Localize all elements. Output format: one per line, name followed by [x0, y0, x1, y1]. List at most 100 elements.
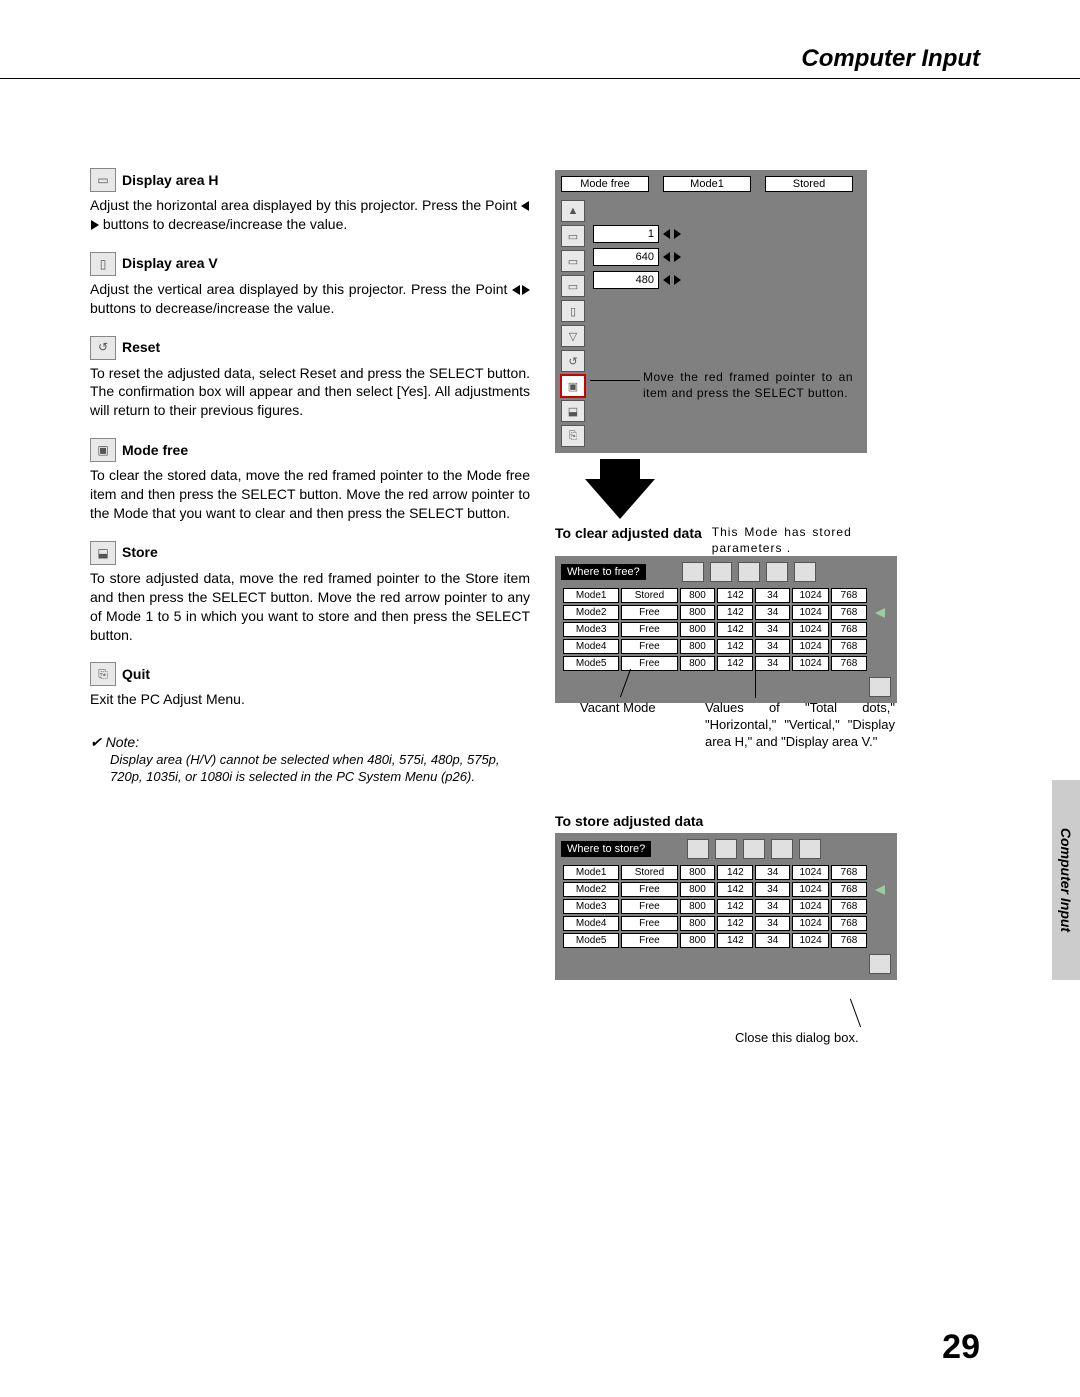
mode-cell: Mode1	[563, 588, 619, 603]
page-number: 29	[942, 1328, 980, 1367]
mode-cell: Mode3	[563, 622, 619, 637]
tabs: Mode free Mode1 Stored	[561, 176, 861, 192]
panel-callout: Move the red framed pointer to an item a…	[643, 370, 853, 401]
body-text: To reset the adjusted data, select Reset…	[90, 364, 530, 421]
status-cell: Free	[621, 916, 677, 931]
item-head-quit: ⎘ Quit	[90, 662, 530, 686]
status-cell: Stored	[621, 865, 677, 880]
tab-modefree: Mode free	[561, 176, 649, 192]
quit-icon: ⎘	[90, 662, 116, 686]
store-table: Mode1Stored800142341024768Mode2Free80014…	[561, 863, 891, 950]
display-h-icon: ▭	[90, 168, 116, 192]
status-cell: Free	[621, 882, 677, 897]
value-cell: 142	[717, 639, 753, 654]
value-cell: 1024	[792, 639, 829, 654]
clear-sidenote: This Mode has stored parameters .	[712, 525, 852, 556]
table-row: Mode1Stored800142341024768	[563, 865, 889, 880]
value-cell: 800	[680, 899, 716, 914]
dlg-head: Where to free?	[561, 562, 891, 582]
mode-cell: Mode4	[563, 916, 619, 931]
item-head-reset: ↺ Reset	[90, 336, 530, 360]
page: Computer Input ▭ Display area H Adjust t…	[0, 0, 1080, 1397]
value-cell: 142	[717, 933, 753, 948]
val-box: 1	[593, 225, 659, 243]
value-cell: 142	[717, 916, 753, 931]
value-cell: 800	[680, 865, 716, 880]
item-title: Mode free	[122, 441, 188, 460]
point-left-icon	[521, 201, 529, 211]
callout-leader	[590, 380, 640, 381]
value-cell: 800	[680, 656, 716, 671]
value-cell: 34	[755, 622, 790, 637]
val-row: 1	[593, 224, 681, 244]
value-cell: 1024	[792, 656, 829, 671]
table-row: Mode5Free800142341024768	[563, 933, 889, 948]
value-cell: 34	[755, 639, 790, 654]
item-title: Reset	[122, 338, 160, 357]
mode-cell: Mode2	[563, 605, 619, 620]
note-body: Display area (H/V) cannot be selected wh…	[110, 752, 530, 786]
mode-cell: Mode2	[563, 882, 619, 897]
status-cell: Stored	[621, 588, 677, 603]
left-column: ▭ Display area H Adjust the horizontal a…	[90, 150, 530, 786]
value-cell: 768	[831, 882, 867, 897]
value-cell: 34	[755, 588, 790, 603]
store-dialog: Where to store? Mode1Stored8001423410247…	[555, 833, 897, 980]
inc-icon	[674, 252, 681, 262]
value-cell: 768	[831, 899, 867, 914]
right-column: Mode free Mode1 Stored ▲ ▭ ▭ ▭ ▯ ▽ ↺ ▣ ⬓…	[555, 170, 915, 980]
value-cell: 768	[831, 605, 867, 620]
value-cell: 34	[755, 899, 790, 914]
value-cell: 768	[831, 622, 867, 637]
value-cell: 34	[755, 933, 790, 948]
pointer-arrow-icon	[875, 608, 885, 618]
point-right-icon	[522, 285, 530, 295]
col-icon	[715, 839, 737, 859]
table-row: Mode5Free800142341024768	[563, 656, 889, 671]
value-cell: 800	[680, 933, 716, 948]
value-cell: 34	[755, 605, 790, 620]
col-icon	[743, 839, 765, 859]
point-right-icon	[91, 220, 99, 230]
value-cell: 142	[717, 656, 753, 671]
table-row: Mode2Free800142341024768	[563, 882, 889, 897]
clear-table: Mode1Stored800142341024768Mode2Free80014…	[561, 586, 891, 673]
status-cell: Free	[621, 605, 677, 620]
store-caption: To store adjusted data	[555, 813, 915, 829]
value-cell: 800	[680, 916, 716, 931]
value-cell: 142	[717, 882, 753, 897]
value-cell: 1024	[792, 916, 829, 931]
value-rows: 1 640 480	[593, 224, 681, 290]
value-cell: 1024	[792, 882, 829, 897]
row-icon-3: ▯	[561, 300, 585, 322]
value-cell: 142	[717, 588, 753, 603]
value-cell: 800	[680, 588, 716, 603]
panel-body: ▲ ▭ ▭ ▭ ▯ ▽ ↺ ▣ ⬓ ⎘ 1	[561, 200, 861, 447]
clear-caption: To clear adjusted data	[555, 525, 702, 541]
side-tab: Computer Input	[1052, 780, 1080, 980]
mode-cell: Mode5	[563, 933, 619, 948]
note-head: ✔ Note:	[90, 733, 530, 752]
val-box: 480	[593, 271, 659, 289]
value-cell: 1024	[792, 865, 829, 880]
value-cell: 142	[717, 899, 753, 914]
adjust-panel: Mode free Mode1 Stored ▲ ▭ ▭ ▭ ▯ ▽ ↺ ▣ ⬓…	[555, 170, 867, 453]
val-row: 640	[593, 247, 681, 267]
anno-close: Close this dialog box.	[735, 1030, 859, 1047]
value-cell: 768	[831, 656, 867, 671]
dec-icon	[663, 275, 670, 285]
anno-vacant: Vacant Mode	[580, 700, 656, 717]
item-head-display-v: ▯ Display area V	[90, 252, 530, 276]
top-rule	[0, 78, 1080, 79]
hv-icon: ▭	[561, 225, 585, 247]
tab-stored: Stored	[765, 176, 853, 192]
status-cell: Free	[621, 933, 677, 948]
body-text: To clear the stored data, move the red f…	[90, 466, 530, 523]
modefree-icon: ▣	[90, 438, 116, 462]
dlg-head: Where to store?	[561, 839, 891, 859]
quit-icon: ⎘	[561, 425, 585, 447]
close-icon	[869, 954, 891, 974]
side-icons: ▲ ▭ ▭ ▭ ▯ ▽ ↺ ▣ ⬓ ⎘	[561, 200, 585, 447]
reset-icon: ↺	[90, 336, 116, 360]
value-cell: 800	[680, 605, 716, 620]
